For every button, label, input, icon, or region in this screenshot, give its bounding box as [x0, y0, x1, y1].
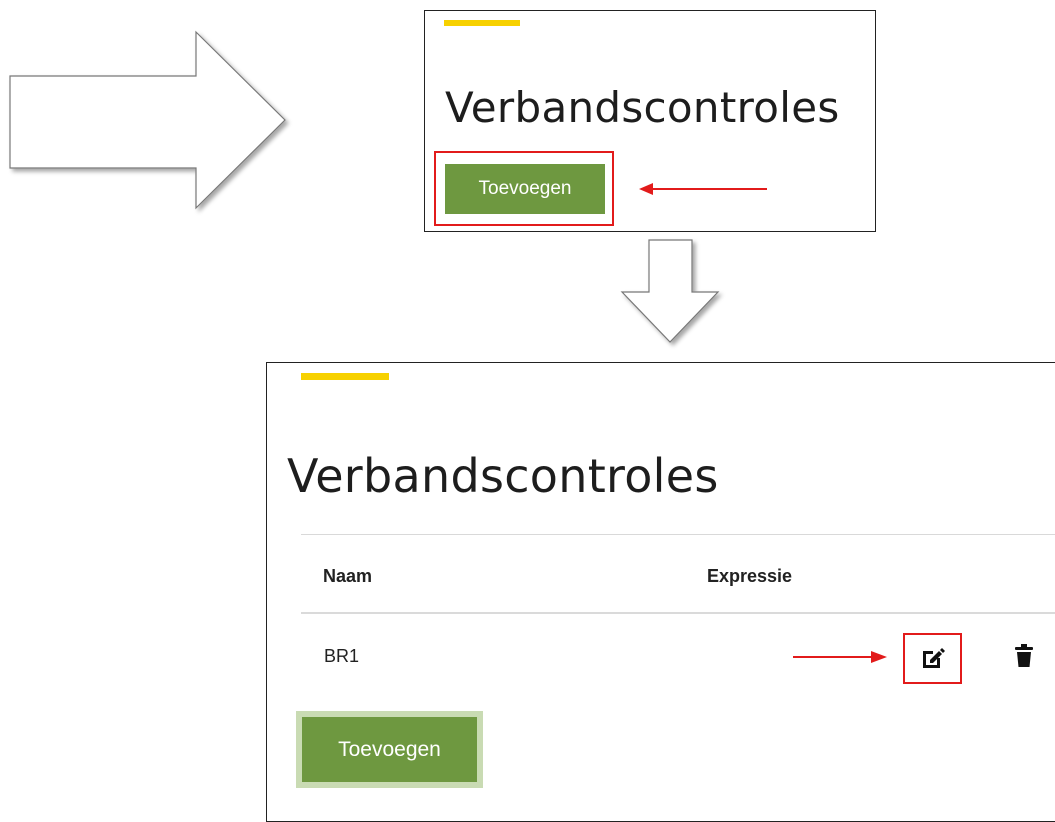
bottom-panel: Verbandscontroles Naam Expressie BR1 Toe… — [266, 362, 1055, 822]
accent-bar — [444, 20, 520, 26]
red-arrow-icon — [793, 651, 887, 663]
top-panel: Verbandscontroles Toevoegen — [424, 10, 876, 232]
trash-icon — [1015, 644, 1033, 667]
add-button[interactable]: Toevoegen — [302, 717, 477, 782]
table-header-divider — [301, 612, 1055, 614]
edit-button[interactable] — [920, 645, 946, 671]
add-button[interactable]: Toevoegen — [445, 164, 605, 214]
divider — [301, 534, 1055, 535]
page-title: Verbandscontroles — [287, 449, 719, 503]
column-header-naam: Naam — [323, 566, 373, 586]
red-arrow-icon — [639, 183, 767, 195]
flow-arrow-down-icon — [620, 239, 720, 343]
column-header-expressie: Expressie — [707, 566, 793, 586]
table-cell-naam: BR1 — [324, 646, 360, 666]
delete-button[interactable] — [1014, 643, 1034, 669]
page-title: Verbandscontroles — [445, 83, 840, 132]
edit-icon — [923, 648, 945, 668]
flow-arrow-right-icon — [9, 30, 286, 210]
accent-bar — [301, 373, 389, 380]
